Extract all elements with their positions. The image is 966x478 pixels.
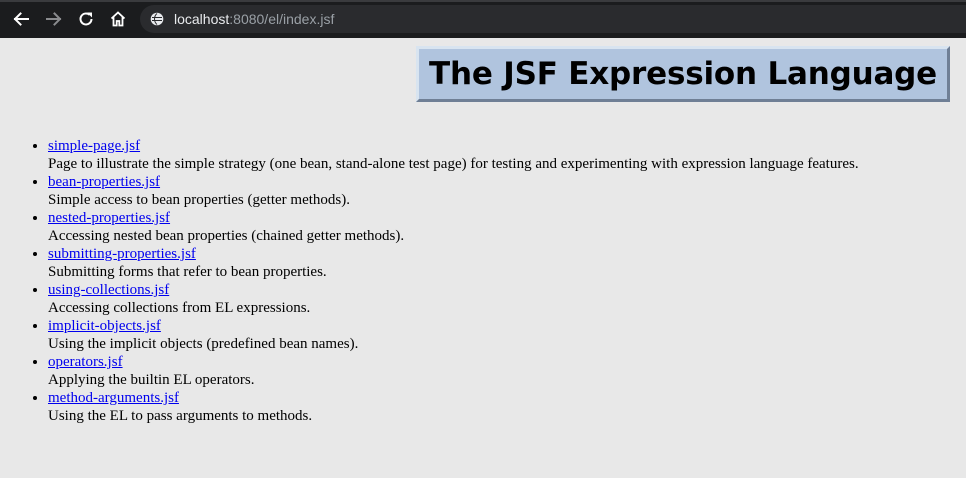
url-path: :8080/el/index.jsf [229, 11, 335, 27]
example-link[interactable]: operators.jsf [48, 354, 123, 370]
example-description: Accessing collections from EL expression… [48, 300, 311, 316]
home-button[interactable] [106, 7, 130, 31]
example-description: Applying the builtin EL operators. [48, 372, 255, 388]
tab-strip-edge [0, 0, 966, 2]
example-description: Simple access to bean properties (getter… [48, 192, 350, 208]
arrow-left-icon [13, 12, 29, 26]
browser-toolbar: localhost:8080/el/index.jsf [0, 0, 966, 38]
example-description: Submitting forms that refer to bean prop… [48, 264, 327, 280]
example-link[interactable]: nested-properties.jsf [48, 210, 170, 226]
reload-icon [79, 12, 93, 26]
example-link[interactable]: implicit-objects.jsf [48, 318, 161, 334]
examples-list: simple-page.jsf Page to illustrate the s… [0, 137, 859, 425]
forward-button[interactable] [42, 7, 66, 31]
list-item: submitting-properties.jsf Submitting for… [48, 245, 859, 281]
list-item: bean-properties.jsf Simple access to bea… [48, 173, 859, 209]
list-item: implicit-objects.jsf Using the implicit … [48, 317, 859, 353]
arrow-right-icon [46, 12, 62, 26]
example-link[interactable]: using-collections.jsf [48, 282, 169, 298]
page-title: The JSF Expression Language [429, 56, 937, 92]
list-item: nested-properties.jsf Accessing nested b… [48, 209, 859, 245]
example-link[interactable]: method-arguments.jsf [48, 390, 179, 406]
back-button[interactable] [9, 7, 33, 31]
url-text[interactable]: localhost:8080/el/index.jsf [174, 11, 334, 27]
page-title-box: The JSF Expression Language [416, 46, 950, 102]
address-bar[interactable]: localhost:8080/el/index.jsf [140, 5, 966, 33]
list-item: method-arguments.jsf Using the EL to pas… [48, 389, 859, 425]
home-icon [110, 11, 126, 27]
example-description: Using the EL to pass arguments to method… [48, 408, 313, 424]
example-description: Page to illustrate the simple strategy (… [48, 156, 859, 172]
example-link[interactable]: simple-page.jsf [48, 138, 140, 154]
page-content: The JSF Expression Language simple-page.… [0, 38, 966, 478]
globe-info-icon[interactable] [150, 12, 164, 26]
example-link[interactable]: bean-properties.jsf [48, 174, 160, 190]
example-description: Using the implicit objects (predefined b… [48, 336, 359, 352]
list-item: simple-page.jsf Page to illustrate the s… [48, 137, 859, 173]
list-item: operators.jsf Applying the builtin EL op… [48, 353, 859, 389]
url-host: localhost [174, 11, 230, 27]
example-description: Accessing nested bean properties (chaine… [48, 228, 405, 244]
reload-button[interactable] [74, 7, 98, 31]
example-link[interactable]: submitting-properties.jsf [48, 246, 196, 262]
list-item: using-collections.jsf Accessing collecti… [48, 281, 859, 317]
